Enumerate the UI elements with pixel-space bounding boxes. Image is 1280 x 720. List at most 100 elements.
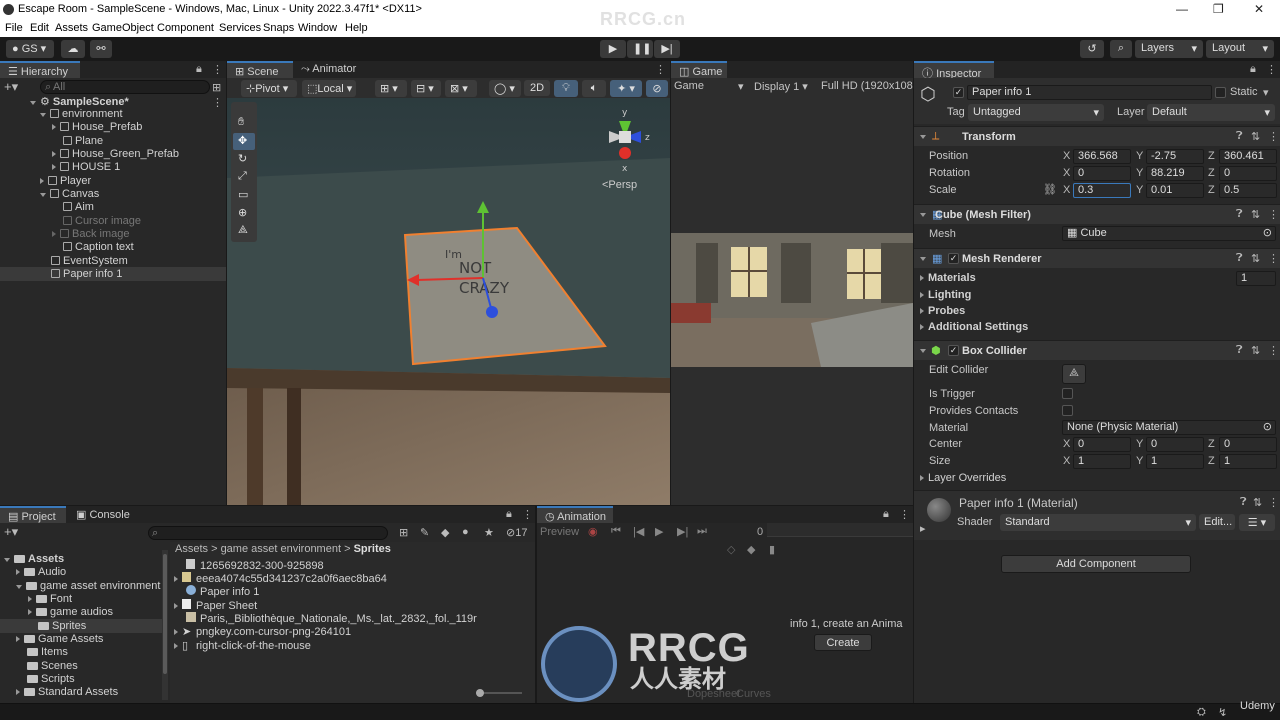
lock-icon[interactable]: 🔒︎ xyxy=(1250,63,1256,76)
tab-hierarchy[interactable]: ☰ Hierarchy xyxy=(0,61,80,78)
hierarchy-item[interactable]: ⚙ SampleScene* xyxy=(30,95,129,108)
next-key-icon[interactable]: ▶| xyxy=(677,525,688,538)
2d-toggle[interactable]: 2D xyxy=(524,80,550,96)
link-icon[interactable]: ⛓︎ xyxy=(1043,183,1057,196)
help-icon[interactable]: ❓︎ xyxy=(1236,344,1243,357)
mesh-field[interactable]: ▦ Cube ⊙ xyxy=(1062,226,1276,241)
preset-icon[interactable]: ⇅ xyxy=(1253,496,1262,509)
history-icon[interactable]: ↺ xyxy=(1080,40,1104,58)
tab-inspector[interactable]: ⓘ Inspector xyxy=(914,61,994,80)
file-item[interactable]: 1265692832-300-925898 xyxy=(186,559,324,572)
scene-more-icon[interactable]: ⋮ xyxy=(655,63,666,76)
search-by-type-icon[interactable]: ⊞ xyxy=(399,526,408,539)
first-key-icon[interactable]: ⏮︎ xyxy=(611,525,621,538)
game-mode-dropdown[interactable]: Game ▾ xyxy=(674,80,746,93)
resolution-dropdown[interactable]: Full HD (1920x1080) xyxy=(821,80,913,92)
scale-x-field[interactable]: 0.3 xyxy=(1073,183,1131,198)
size-y-field[interactable]: 1 xyxy=(1146,454,1204,469)
menu-gameobject[interactable]: GameObject xyxy=(92,22,154,34)
orientation-gizmo[interactable]: y z x xyxy=(595,105,655,175)
hierarchy-search-input[interactable]: ⌕ All xyxy=(40,80,210,94)
tab-animator[interactable]: ⤳ Animator xyxy=(293,61,373,78)
position-x-field[interactable]: 366.568 xyxy=(1073,149,1131,164)
more-icon[interactable]: ⋮ xyxy=(522,508,533,521)
folder-tree-item[interactable]: game audios xyxy=(28,606,113,618)
folder-tree-item[interactable]: Scenes xyxy=(27,660,78,672)
hierarchy-item[interactable]: environment xyxy=(40,108,123,120)
hierarchy-item[interactable]: Aim xyxy=(63,201,94,213)
move-tool-icon[interactable]: ✥ xyxy=(233,133,255,150)
component-more-icon[interactable]: ⋮ xyxy=(1268,344,1279,357)
prev-key-icon[interactable]: |◀ xyxy=(633,525,644,538)
folder-tree-item[interactable]: Items xyxy=(27,646,68,658)
rotation-x-field[interactable]: 0 xyxy=(1073,166,1131,181)
size-z-field[interactable]: 1 xyxy=(1219,454,1277,469)
hierarchy-item[interactable]: Caption text xyxy=(63,241,134,253)
file-item[interactable]: Paris,_Bibliothèque_Nationale,_Ms._lat._… xyxy=(186,612,477,625)
rect-tool-icon[interactable]: ▭ xyxy=(238,188,248,201)
pause-button[interactable]: ❚❚ xyxy=(627,40,653,58)
preview-toggle[interactable]: Preview xyxy=(540,526,579,538)
shader-options-button[interactable]: ☰ ▾ xyxy=(1239,514,1275,531)
component-more-icon[interactable]: ⋮ xyxy=(1268,130,1279,143)
more-icon[interactable]: ⋮ xyxy=(1266,63,1277,76)
more-icon[interactable]: ⋮ xyxy=(899,508,910,521)
hierarchy-item[interactable]: Paper info 1 xyxy=(51,268,122,280)
step-button[interactable]: ▶| xyxy=(654,40,680,58)
minimize-icon[interactable]: — xyxy=(1176,2,1188,16)
curves-tab[interactable]: Curves xyxy=(736,688,771,700)
help-icon[interactable]: ❓︎ xyxy=(1236,252,1243,265)
menu-component[interactable]: Component xyxy=(157,22,214,34)
folder-tree-item[interactable]: Sprites xyxy=(38,620,86,632)
lock-icon[interactable]: 🔒︎ xyxy=(883,508,889,521)
folder-tree-scrollbar[interactable] xyxy=(162,550,168,700)
close-icon[interactable]: ✕ xyxy=(1254,2,1264,16)
breadcrumb-assets[interactable]: Assets xyxy=(175,543,208,555)
last-key-icon[interactable]: ⏭︎ xyxy=(697,525,707,538)
create-icon[interactable]: +▾ xyxy=(4,524,18,540)
tab-game[interactable]: ◫ Game xyxy=(671,61,727,78)
tab-console[interactable]: ▣ Console xyxy=(68,506,140,523)
folder-tree-item[interactable]: Standard Assets xyxy=(16,686,118,698)
audio-toggle-icon[interactable]: 🔈︎ xyxy=(582,80,606,97)
scene-more-icon[interactable]: ⋮ xyxy=(212,96,223,109)
scale-z-field[interactable]: 0.5 xyxy=(1219,183,1277,198)
tab-project[interactable]: ▤ Project xyxy=(0,506,66,523)
menu-snaps[interactable]: Snaps xyxy=(263,22,294,34)
active-checkbox[interactable]: ✓ xyxy=(953,87,964,98)
transform-tool-icon[interactable]: ⊕ xyxy=(238,206,247,219)
tab-scene[interactable]: ⊞ Scene xyxy=(227,61,293,78)
mesh-renderer-header[interactable]: ▦ ✓ Mesh Renderer ❓︎ ⇅ ⋮ xyxy=(914,248,1280,268)
hierarchy-item[interactable]: Canvas xyxy=(40,188,99,200)
component-more-icon[interactable]: ⋮ xyxy=(1268,496,1279,509)
center-y-field[interactable]: 0 xyxy=(1146,437,1204,452)
breadcrumb-current[interactable]: Sprites xyxy=(354,543,391,555)
preset-icon[interactable]: ⇅ xyxy=(1251,208,1260,221)
edit-collider-button[interactable]: ⟁ xyxy=(1062,364,1086,384)
lighting-toggle-icon[interactable]: 💡︎ xyxy=(554,80,578,97)
rotation-y-field[interactable]: 88.219 xyxy=(1146,166,1204,181)
perspective-label[interactable]: <Persp xyxy=(602,179,637,191)
object-name-field[interactable]: Paper info 1 xyxy=(967,85,1212,100)
layers-dropdown[interactable]: Layers ▾ xyxy=(1135,40,1203,58)
add-icon[interactable]: +▾ xyxy=(4,79,18,95)
menu-edit[interactable]: Edit xyxy=(30,22,49,34)
folder-tree-item[interactable]: Assets xyxy=(4,553,64,565)
preset-icon[interactable]: ⇅ xyxy=(1251,130,1260,143)
file-item[interactable]: ▯ right-click-of-the-mouse xyxy=(174,639,311,652)
filter-icon[interactable]: ⊞ xyxy=(212,81,221,94)
menu-services[interactable]: Services xyxy=(219,22,261,34)
game-view[interactable] xyxy=(671,233,913,367)
status-progress-icon[interactable]: ↯ xyxy=(1218,706,1227,719)
folder-tree-item[interactable]: Audio xyxy=(16,566,66,578)
cloud-icon[interactable]: ☁ xyxy=(61,40,85,58)
help-icon[interactable]: ❓︎ xyxy=(1240,496,1247,509)
is-trigger-checkbox[interactable] xyxy=(1062,388,1073,399)
layer-overrides-foldout[interactable]: Layer Overrides xyxy=(920,472,1006,484)
search-by-label-icon[interactable]: ✎ xyxy=(420,526,429,539)
menu-window[interactable]: Window xyxy=(298,22,337,34)
materials-count-field[interactable]: 1 xyxy=(1236,271,1276,286)
more-icon[interactable]: ⋮ xyxy=(212,63,223,76)
folder-tree-item[interactable]: Game Assets xyxy=(16,633,103,645)
hierarchy-item[interactable]: EventSystem xyxy=(51,255,128,267)
